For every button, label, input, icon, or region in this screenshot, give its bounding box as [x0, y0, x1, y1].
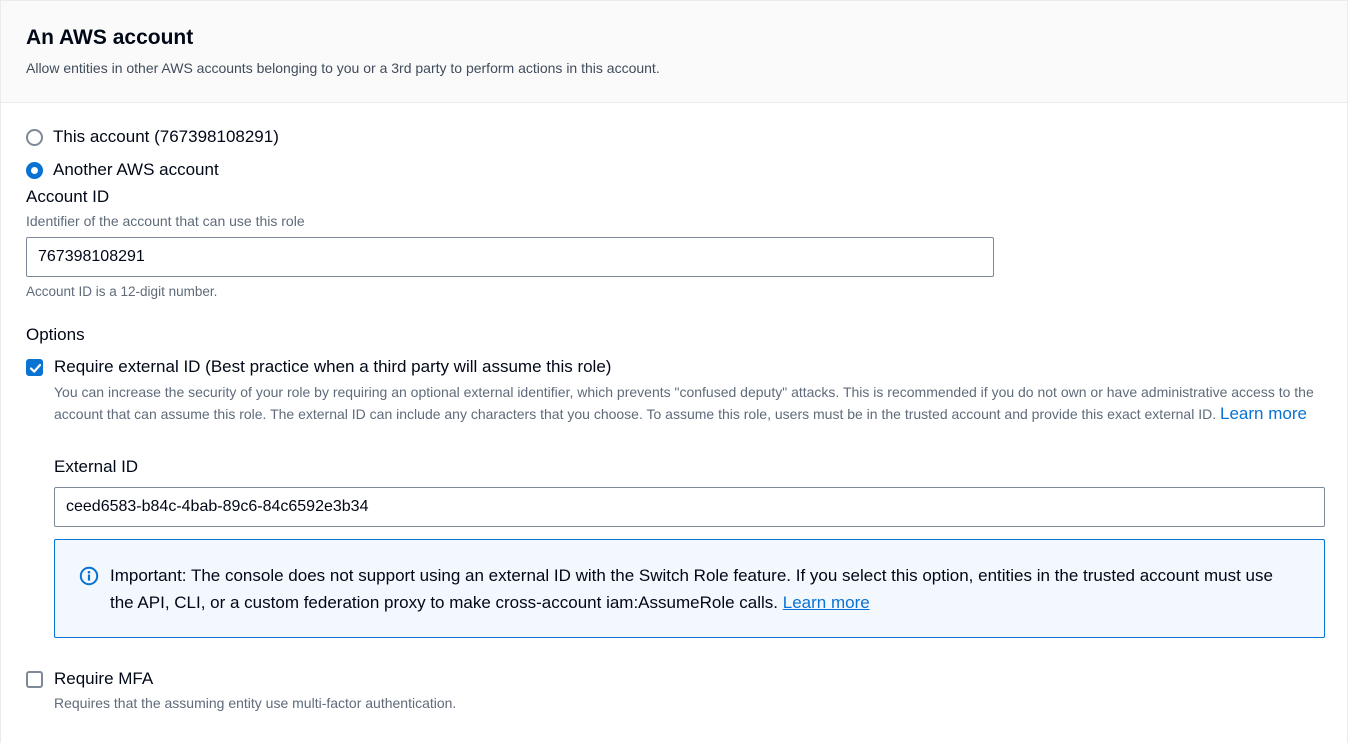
radio-another-account[interactable]: Another AWS account — [26, 159, 219, 181]
trusted-entity-panel: An AWS account Allow entities in other A… — [0, 0, 1348, 743]
external-id-label: External ID — [54, 457, 139, 476]
panel-title: An AWS account — [26, 26, 194, 49]
require-mfa-label[interactable]: Require MFA — [54, 669, 153, 689]
info-icon — [79, 566, 99, 591]
radio-label-another-account: Another AWS account — [53, 160, 219, 179]
account-id-constraint: Account ID is a 12-digit number. — [26, 284, 218, 299]
require-mfa-checkbox[interactable] — [26, 671, 43, 688]
external-id-description: You can increase the security of your ro… — [54, 382, 1314, 425]
account-id-input[interactable] — [26, 237, 994, 277]
info-alert: Important: The console does not support … — [54, 539, 1325, 638]
require-external-id-label[interactable]: Require external ID (Best practice when … — [54, 357, 611, 377]
account-id-label: Account ID — [26, 187, 110, 206]
radio-label-this-account: This account (767398108291) — [53, 127, 279, 146]
external-id-input[interactable] — [54, 487, 1325, 527]
require-external-id-checkbox[interactable] — [26, 359, 43, 376]
radio-button-checked[interactable] — [26, 161, 43, 179]
account-id-description: Identifier of the account that can use t… — [26, 213, 305, 229]
radio-button-unchecked[interactable] — [26, 128, 43, 146]
alert-message: Important: The console does not support … — [110, 562, 1290, 616]
panel-header: An AWS account Allow entities in other A… — [1, 1, 1347, 103]
alert-learn-more-link[interactable]: Learn more — [783, 593, 870, 612]
require-mfa-description: Requires that the assuming entity use mu… — [54, 695, 457, 711]
panel-description: Allow entities in other AWS accounts bel… — [26, 60, 660, 76]
alert-text: Important: The console does not support … — [110, 566, 1273, 612]
learn-more-link[interactable]: Learn more — [1220, 404, 1307, 423]
checkmark-icon — [29, 363, 42, 373]
external-id-description-text: You can increase the security of your ro… — [54, 384, 1314, 422]
radio-this-account[interactable]: This account (767398108291) — [26, 126, 279, 148]
options-label: Options — [26, 325, 85, 344]
